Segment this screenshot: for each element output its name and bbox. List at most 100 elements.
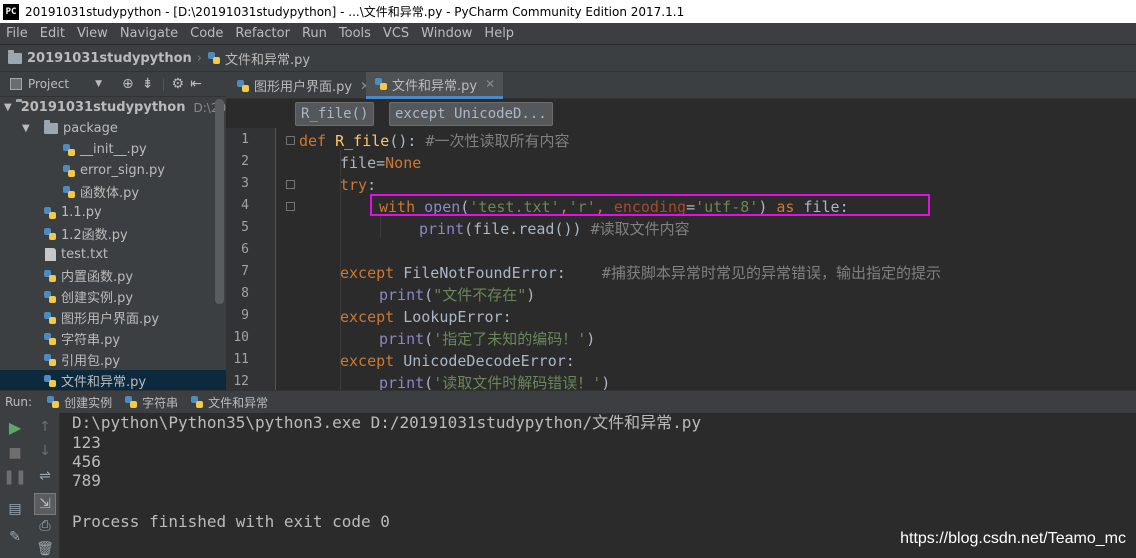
tab-gui-file[interactable]: 图形用户界面.py ✕ xyxy=(228,72,378,99)
tree-item-import-package[interactable]: 引用包.py xyxy=(0,349,214,370)
restore-layout-icon[interactable]: ▤ xyxy=(7,501,23,517)
menu-code[interactable]: Code xyxy=(184,26,229,41)
line-number: 5 xyxy=(241,220,249,235)
console-line: 789 xyxy=(72,471,101,490)
python-file-icon xyxy=(190,395,204,409)
tree-item-package[interactable]: ▼ package xyxy=(0,118,214,139)
nav-project[interactable]: 20191031studypython xyxy=(27,51,192,66)
project-panel: Project ▼ ⊕ ⇟ | ⚙ ⇤ ▼ 20191031studypytho… xyxy=(0,72,241,391)
nav-file[interactable]: 文件和异常.py xyxy=(225,49,310,68)
python-file-icon xyxy=(43,206,57,220)
project-scrollbar[interactable] xyxy=(215,99,224,304)
console-line: D:\python\Python35\python3.exe D:/201910… xyxy=(72,413,702,432)
menu-refactor[interactable]: Refactor xyxy=(229,26,296,41)
tree-item-label: package xyxy=(63,121,118,136)
run-tab-label: 创建实例 xyxy=(64,395,113,410)
line-number: 11 xyxy=(233,352,249,367)
tree-item-error-sign[interactable]: error_sign.py xyxy=(0,160,214,181)
menu-view[interactable]: View xyxy=(71,26,114,41)
python-file-icon xyxy=(43,269,57,283)
dropdown-arrow-icon[interactable]: ▼ xyxy=(95,79,102,89)
menu-navigate[interactable]: Navigate xyxy=(114,26,184,41)
up-arrow-icon[interactable]: ↑ xyxy=(37,419,53,435)
stop-icon[interactable]: ■ xyxy=(7,445,23,461)
tree-root[interactable]: ▼ 20191031studypython D:\2019 xyxy=(0,97,241,118)
pause-icon[interactable]: ❚❚ xyxy=(3,469,26,485)
hide-panel-icon[interactable]: ⇤ xyxy=(190,76,202,92)
run-toolbar: ▶ ■ ❚❚ ▤ ✎ xyxy=(0,413,30,558)
code-line-10: print('指定了未知的编码！') xyxy=(379,330,596,348)
run-tab-create-instance[interactable]: 创建实例 xyxy=(46,394,112,411)
rerun-icon[interactable]: ▶ xyxy=(7,418,23,437)
python-file-icon xyxy=(62,143,76,157)
expand-arrow-icon[interactable]: ▼ xyxy=(22,123,36,134)
nav-separator-icon: › xyxy=(196,50,202,66)
expand-arrow-icon[interactable]: ▼ xyxy=(4,102,12,113)
run-tab-file-exception[interactable]: 文件和异常 xyxy=(190,394,268,411)
tree-item-function-body[interactable]: 函数体.py xyxy=(0,181,214,202)
menu-file[interactable]: File xyxy=(0,26,34,41)
tree-item-file-exception[interactable]: 文件和异常.py xyxy=(0,370,226,391)
tree-item-label: error_sign.py xyxy=(80,163,165,178)
menu-edit[interactable]: Edit xyxy=(34,26,71,41)
line-number: 10 xyxy=(233,330,249,345)
down-arrow-icon[interactable]: ↓ xyxy=(37,443,53,459)
breadcrumb-except[interactable]: except UnicodeD... xyxy=(389,102,553,126)
tree-item-builtin[interactable]: 内置函数.py xyxy=(0,265,214,286)
pin-icon[interactable]: ✎ xyxy=(7,529,23,545)
menu-help[interactable]: Help xyxy=(478,26,520,41)
project-view-label[interactable]: Project xyxy=(28,77,69,91)
tree-item-test-txt[interactable]: test.txt xyxy=(0,244,214,265)
code-line-11: except UnicodeDecodeError: xyxy=(340,352,575,370)
tab-file-exception[interactable]: 文件和异常.py ✕ xyxy=(366,72,504,99)
run-label: Run: xyxy=(5,395,33,409)
scroll-to-end-icon[interactable]: ⇲ xyxy=(34,493,56,515)
line-number: 6 xyxy=(241,242,249,257)
line-number: 8 xyxy=(241,286,249,301)
menu-run[interactable]: Run xyxy=(296,26,333,41)
collapse-all-icon[interactable]: ⇟ xyxy=(142,76,154,92)
watermark: https://blog.csdn.net/Teamo_mc xyxy=(900,530,1126,547)
tree-item-1-1[interactable]: 1.1.py xyxy=(0,202,214,223)
code-line-2: file=None xyxy=(340,154,422,172)
menu-window[interactable]: Window xyxy=(415,26,478,41)
close-icon[interactable]: ✕ xyxy=(485,77,495,91)
breadcrumb-function[interactable]: R_file() xyxy=(295,102,375,126)
tree-item-label: 函数体.py xyxy=(80,186,140,201)
menu-vcs[interactable]: VCS xyxy=(377,26,415,41)
trash-icon[interactable]: 🗑 xyxy=(36,541,54,557)
navigation-bar: 20191031studypython › 文件和异常.py xyxy=(0,44,1136,72)
code-line-8: print("文件不存在") xyxy=(379,286,536,304)
fold-icon[interactable] xyxy=(286,136,295,145)
print-icon[interactable]: ⎙ xyxy=(37,518,53,534)
tree-item-init[interactable]: __init__.py xyxy=(0,139,214,160)
run-tool-window-bar: Run: 创建实例 字符串 文件和异常 xyxy=(0,390,1136,413)
text-file-icon xyxy=(45,248,56,261)
project-panel-header: Project ▼ ⊕ ⇟ | ⚙ ⇤ xyxy=(0,72,226,97)
gear-icon[interactable]: ⚙ xyxy=(172,76,185,92)
python-file-icon xyxy=(43,353,57,367)
project-view-icon xyxy=(10,78,22,90)
tree-root-label: 20191031studypython xyxy=(20,100,186,115)
fold-icon[interactable] xyxy=(286,180,295,189)
run-toolbar-secondary: ↑ ↓ ⇌ ⇲ ⎙ 🗑 xyxy=(30,413,60,558)
tree-item-1-2[interactable]: 1.2函数.py xyxy=(0,223,214,244)
run-tab-label: 字符串 xyxy=(142,395,179,410)
line-number-gutter: 1 2 3 4 5 6 7 8 9 10 11 12 xyxy=(226,128,276,390)
scroll-from-source-icon[interactable]: ⊕ xyxy=(122,76,134,92)
tree-item-string[interactable]: 字符串.py xyxy=(0,328,214,349)
code-line-5: print(file.read()) #读取文件内容 xyxy=(419,220,690,238)
soft-wrap-icon[interactable]: ⇌ xyxy=(37,468,53,484)
tree-item-create-instance[interactable]: 创建实例.py xyxy=(0,286,214,307)
tree-item-gui[interactable]: 图形用户界面.py xyxy=(0,307,214,328)
code-line-12: print('读取文件时解码错误！') xyxy=(379,374,611,390)
menu-tools[interactable]: Tools xyxy=(333,26,377,41)
fold-icon[interactable] xyxy=(286,202,295,211)
run-tab-label: 文件和异常 xyxy=(208,395,269,410)
code-editor[interactable]: def R_file(): #一次性读取所有内容 file=None try: … xyxy=(277,128,1136,390)
line-number: 12 xyxy=(233,374,249,389)
python-file-icon xyxy=(43,311,57,325)
run-tab-string[interactable]: 字符串 xyxy=(124,394,178,411)
tree-item-label: 字符串.py xyxy=(61,333,121,348)
line-number: 4 xyxy=(241,198,249,213)
